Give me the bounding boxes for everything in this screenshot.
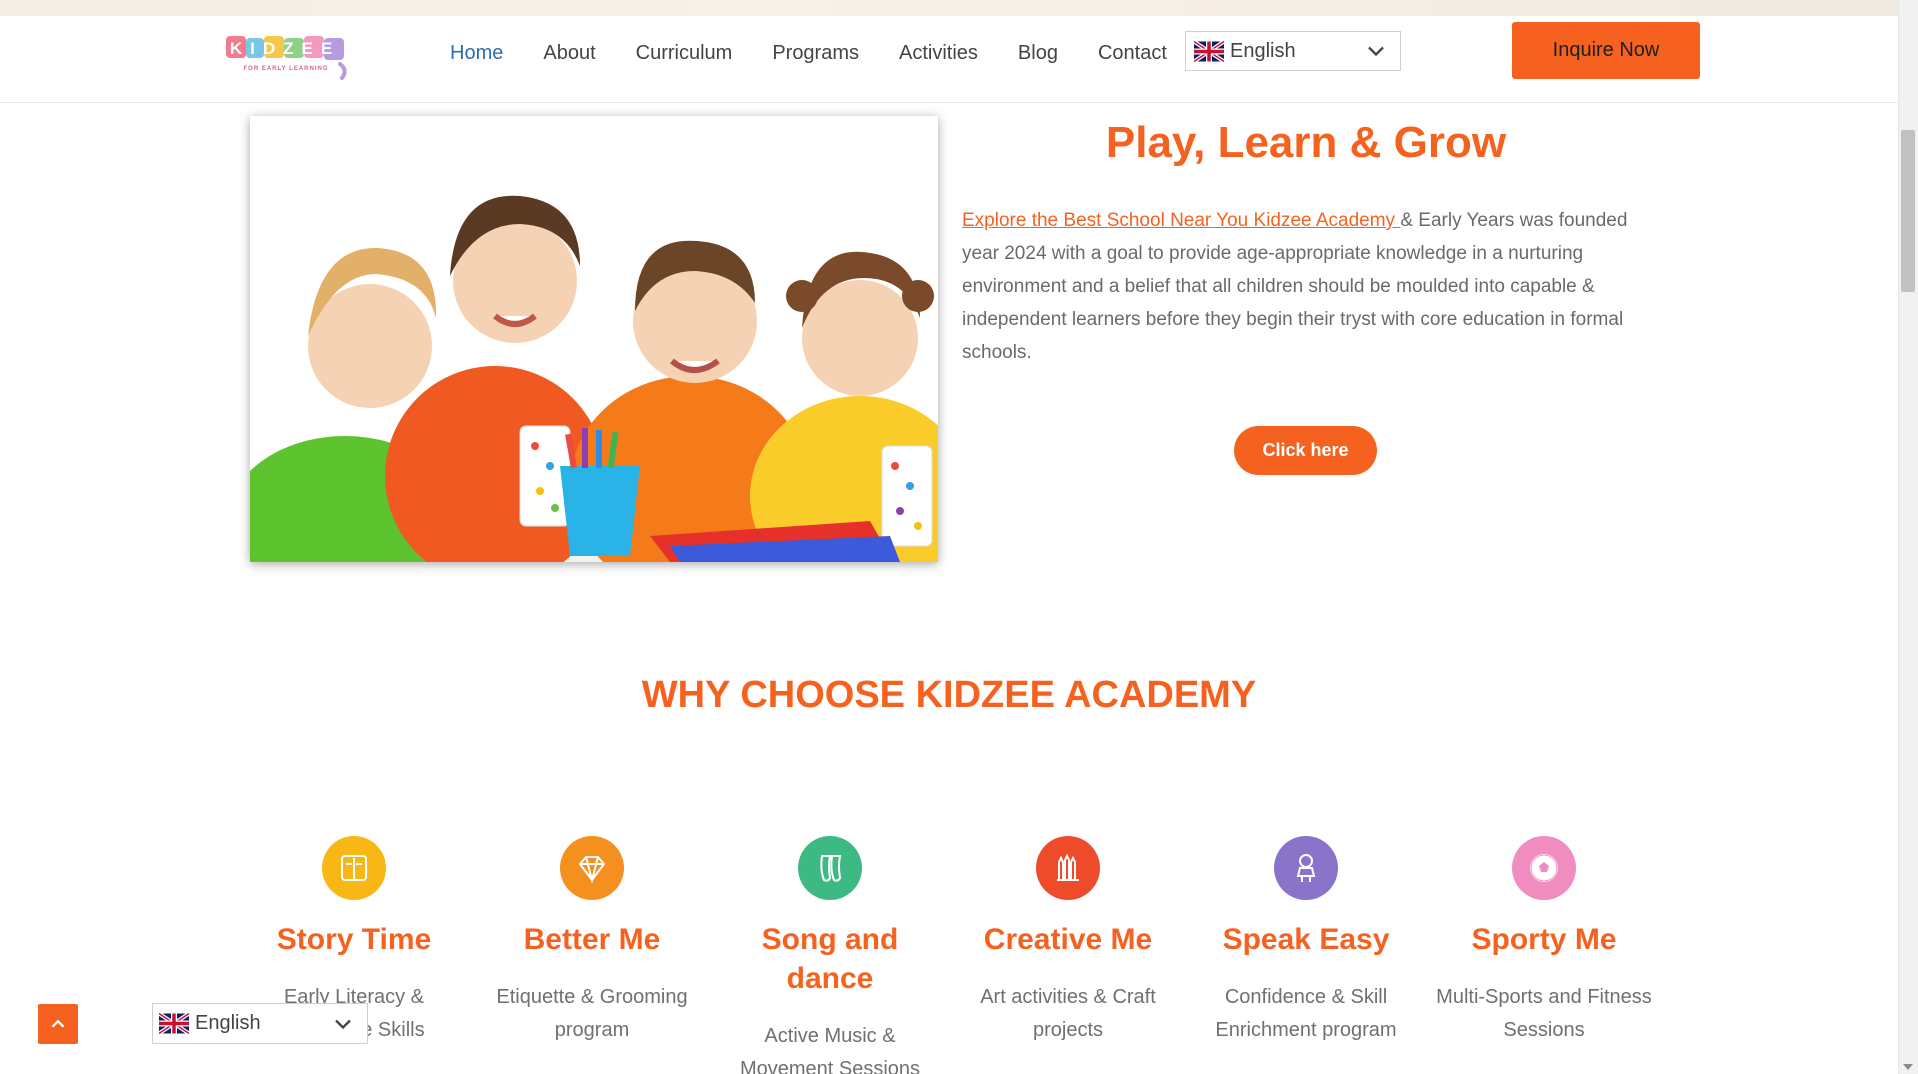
language-select-floating[interactable]: English — [152, 1003, 368, 1044]
nav-contact[interactable]: Contact — [1098, 38, 1167, 68]
inquire-now-button[interactable]: Inquire Now — [1512, 22, 1700, 79]
feature-description: Etiquette & Grooming program — [496, 986, 688, 1041]
feature-creative-me: Creative Me Art activities & Craft proje… — [949, 836, 1187, 1074]
feature-description: Confidence & Skill Enrichment program — [1215, 986, 1397, 1041]
chevron-up-icon — [51, 1019, 65, 1028]
nav-programs[interactable]: Programs — [772, 38, 859, 68]
diamond-icon — [560, 836, 624, 900]
feature-description: Multi-Sports and Fitness Sessions — [1436, 986, 1652, 1041]
top-banner-strip — [0, 0, 1898, 16]
feature-better-me: Better Me Etiquette & Grooming program — [473, 836, 711, 1074]
language-label: English — [195, 1012, 261, 1034]
feature-speak-easy: Speak Easy Confidence & Skill Enrichment… — [1187, 836, 1425, 1074]
back-to-top-button[interactable] — [38, 1004, 78, 1044]
feature-description: Active Music & Movement Sessions — [739, 1025, 921, 1074]
nav-blog[interactable]: Blog — [1018, 38, 1058, 68]
hero-children-image — [250, 116, 938, 562]
nav-about[interactable]: About — [543, 38, 595, 68]
uk-flag-icon — [159, 1013, 189, 1034]
nav-activities[interactable]: Activities — [899, 38, 978, 68]
book-icon — [322, 836, 386, 900]
kidzee-logo[interactable]: KIDZEE FOR EARLY LEARNING — [224, 30, 370, 82]
feature-title: Speak Easy — [1222, 923, 1390, 956]
nav-home[interactable]: Home — [450, 38, 503, 68]
feature-title: Story Time — [276, 923, 432, 956]
scroll-down-arrow-icon[interactable] — [1903, 1064, 1913, 1070]
feature-description: Art activities & Craft projects — [980, 986, 1156, 1041]
feature-sporty-me: Sporty Me Multi-Sports and Fitness Sessi… — [1425, 836, 1663, 1074]
hero-title: Play, Learn & Grow — [1105, 118, 1507, 167]
explore-school-link[interactable]: Explore the Best School Near You Kidzee … — [962, 210, 1400, 231]
feature-song-and-dance: Song and dance Active Music & Movement S… — [711, 836, 949, 1074]
language-label: English — [1230, 39, 1296, 62]
chevron-down-icon — [335, 1019, 351, 1029]
svg-text:KIDZEE: KIDZEE — [230, 39, 340, 58]
feature-title: Creative Me — [983, 923, 1153, 956]
pencils-icon — [1036, 836, 1100, 900]
hero-body-text: & Early Years was founded year 2024 with… — [962, 210, 1628, 363]
hero-description: Explore the Best School Near You Kidzee … — [962, 204, 1632, 369]
ballet-shoes-icon — [798, 836, 862, 900]
svg-text:FOR EARLY LEARNING: FOR EARLY LEARNING — [243, 66, 328, 72]
language-select-header[interactable]: English — [1185, 31, 1401, 71]
main-nav: Home About Curriculum Programs Activitie… — [434, 38, 1207, 68]
site-header: KIDZEE FOR EARLY LEARNING Home About Cur… — [0, 16, 1898, 103]
uk-flag-icon — [1194, 40, 1224, 62]
feature-title: Better Me — [523, 923, 661, 956]
doll-icon — [1274, 836, 1338, 900]
why-choose-title: WHY CHOOSE KIDZEE ACADEMY — [641, 674, 1257, 716]
feature-title: Sporty Me — [1471, 923, 1617, 956]
features-row: Story Time Early Literacy & Language Ski… — [235, 836, 1665, 1074]
football-icon — [1512, 836, 1576, 900]
nav-curriculum[interactable]: Curriculum — [636, 38, 733, 68]
chevron-down-icon — [1368, 46, 1384, 57]
click-here-button[interactable]: Click here — [1234, 426, 1377, 475]
scrollbar-thumb[interactable] — [1901, 130, 1915, 292]
page-scrollbar[interactable] — [1898, 0, 1918, 1074]
feature-title: Song and dance — [761, 923, 899, 995]
